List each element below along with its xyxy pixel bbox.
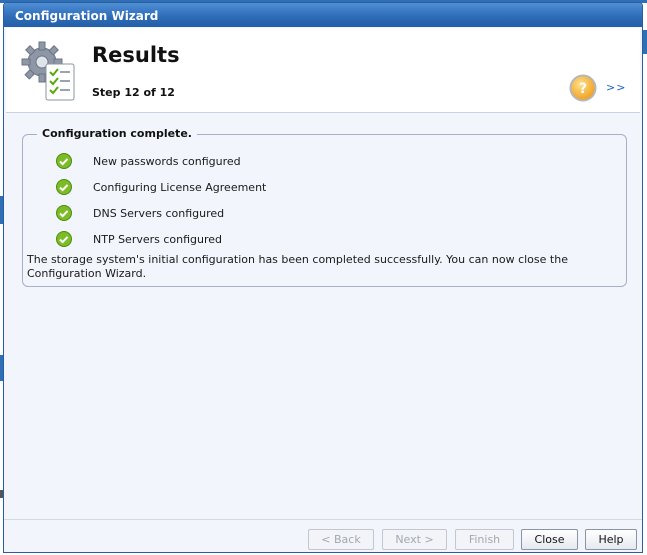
finish-button[interactable]: Finish	[455, 529, 514, 550]
gear-checklist-icon	[21, 41, 75, 101]
configuration-complete-group: Configuration complete. New passwords co…	[22, 127, 627, 287]
list-item: NTP Servers configured	[55, 226, 266, 252]
check-circle-icon	[56, 205, 72, 221]
check-circle-icon	[56, 153, 72, 169]
wizard-footer: < Back Next > Finish Close Help	[4, 519, 642, 552]
wizard-header: Results Step 12 of 12 ? >>	[6, 28, 640, 113]
svg-text:?: ?	[579, 81, 587, 97]
results-list: New passwords configured Configuring Lic…	[55, 148, 266, 252]
window-title[interactable]: Configuration Wizard	[4, 3, 642, 27]
step-indicator: Step 12 of 12	[92, 86, 175, 99]
close-button[interactable]: Close	[521, 529, 578, 550]
back-button[interactable]: < Back	[308, 529, 374, 550]
completion-summary: The storage system's initial configurati…	[27, 253, 568, 280]
help-icon[interactable]: ?	[569, 74, 597, 102]
list-item: DNS Servers configured	[55, 200, 266, 226]
check-circle-icon	[56, 179, 72, 195]
list-item-label: New passwords configured	[93, 154, 241, 168]
configuration-wizard-window: Configuration Wizard Results Step 12 of …	[3, 2, 643, 553]
list-item-label: NTP Servers configured	[93, 232, 223, 246]
wizard-content: Configuration complete. New passwords co…	[6, 114, 640, 519]
list-item: Configuring License Agreement	[55, 174, 266, 200]
next-step-link[interactable]: >>	[606, 81, 626, 94]
help-button[interactable]: Help	[585, 529, 637, 550]
list-item-label: DNS Servers configured	[93, 206, 225, 220]
list-item: New passwords configured	[55, 148, 266, 174]
group-legend: Configuration complete.	[37, 127, 197, 140]
list-item-label: Configuring License Agreement	[93, 180, 267, 194]
page-title: Results	[92, 43, 180, 67]
background-app-strip	[643, 30, 647, 54]
check-circle-icon	[56, 231, 72, 247]
next-button[interactable]: Next >	[382, 529, 447, 550]
